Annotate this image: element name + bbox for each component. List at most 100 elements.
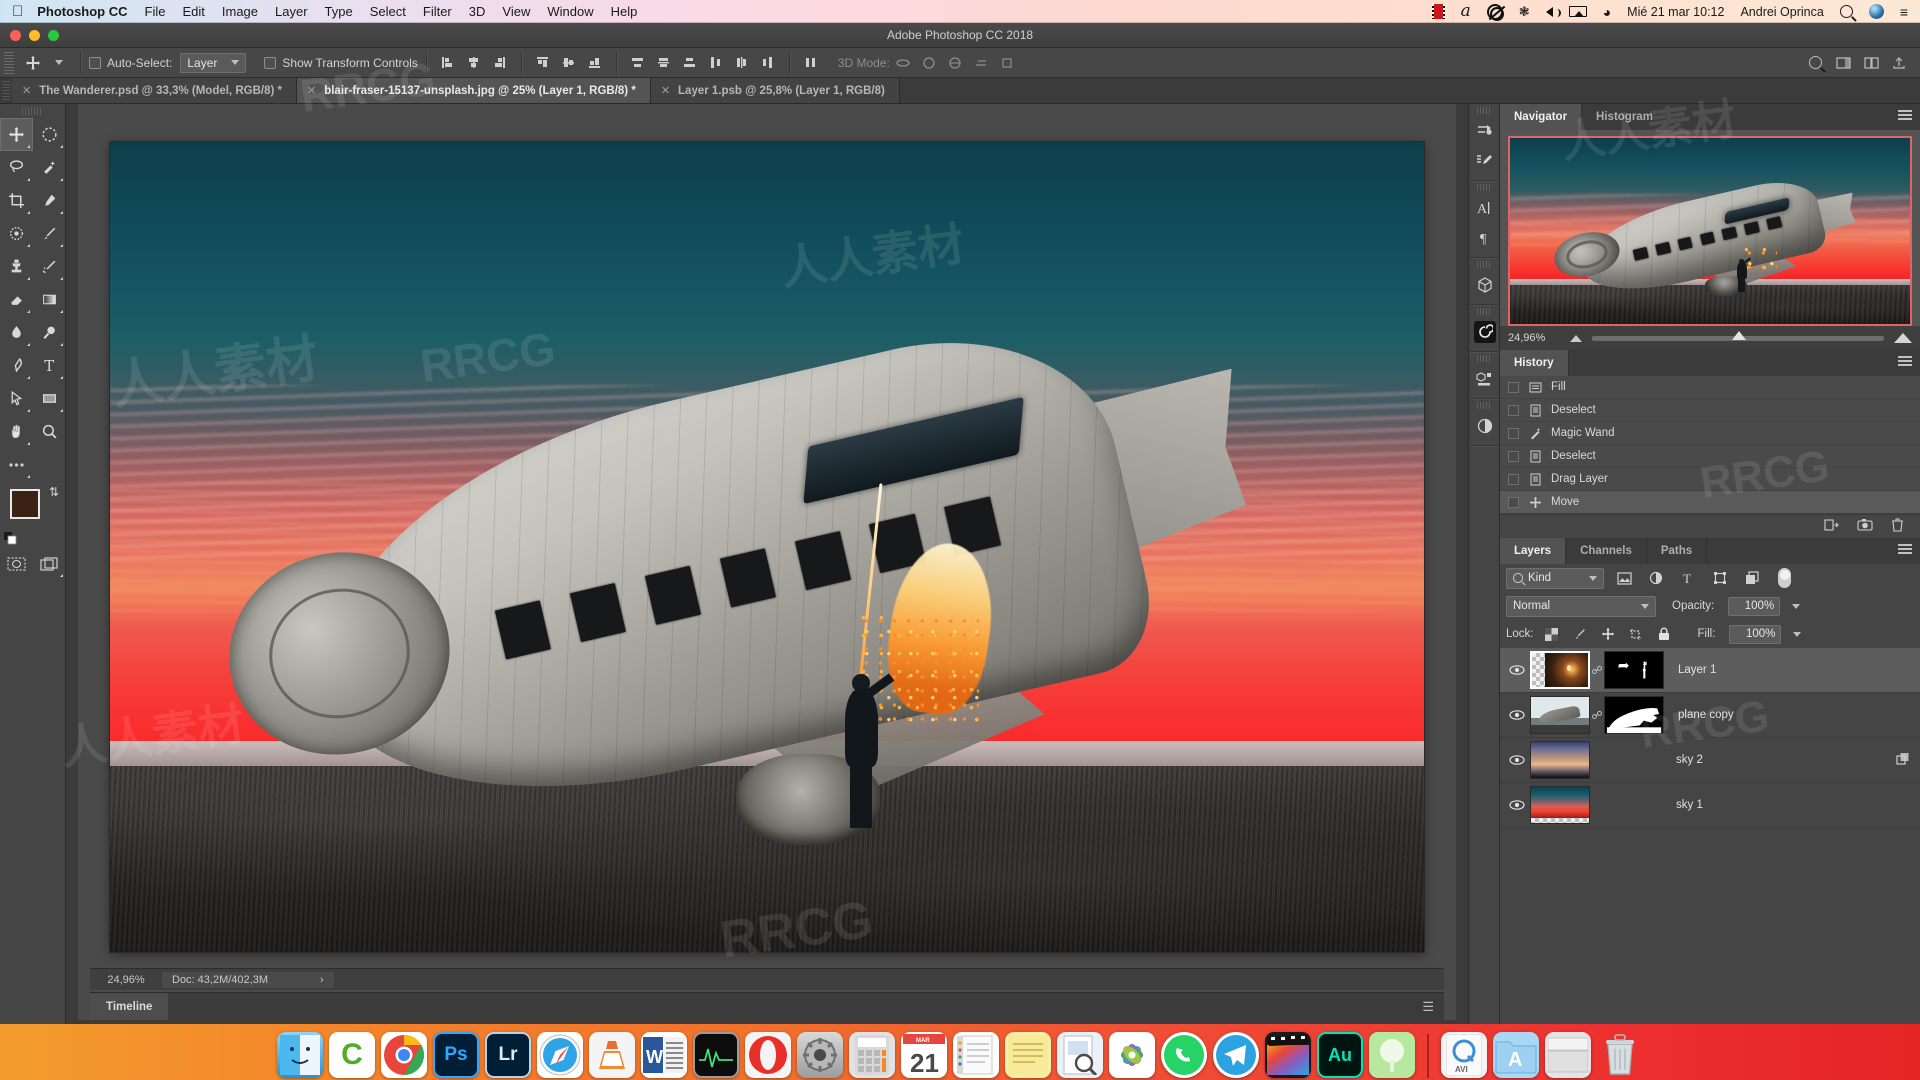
- new-document-from-state-icon[interactable]: [1824, 518, 1839, 535]
- 3d-icon[interactable]: [1469, 270, 1501, 300]
- zoom-out-icon[interactable]: [1570, 335, 1582, 342]
- history-item[interactable]: Fill: [1500, 376, 1920, 399]
- menu-bar-username[interactable]: Andrei Oprinca: [1740, 5, 1823, 19]
- siri-icon[interactable]: [1869, 4, 1884, 19]
- dock-item-notes[interactable]: [953, 1032, 999, 1078]
- tools-panel-grip[interactable]: [22, 107, 43, 115]
- lock-transparent-pixels-icon[interactable]: [1542, 624, 1562, 644]
- dock-item-safari[interactable]: [537, 1032, 583, 1078]
- swap-colors-icon[interactable]: ⇅: [49, 485, 59, 499]
- crop-tool[interactable]: [0, 184, 33, 217]
- canvas-zoom-level[interactable]: 24,96%: [90, 974, 162, 986]
- dock-item-downloads-stack[interactable]: [1545, 1032, 1591, 1078]
- scale-3d-icon[interactable]: [994, 51, 1020, 75]
- navigator-thumbnail[interactable]: [1508, 136, 1912, 326]
- options-bar-grip[interactable]: [4, 52, 14, 74]
- clone-stamp-tool[interactable]: [0, 250, 33, 283]
- layer-name[interactable]: sky 2: [1676, 754, 1703, 766]
- navigator-zoom-value[interactable]: 24,96%: [1508, 332, 1560, 344]
- distribute-top-edges-button[interactable]: [625, 51, 651, 75]
- align-horizontal-centers-button[interactable]: [461, 51, 487, 75]
- navigator-panel-menu-icon[interactable]: [1898, 110, 1912, 120]
- distribute-horizontal-centers-button[interactable]: [729, 51, 755, 75]
- filter-type-icon[interactable]: T: [1676, 567, 1700, 589]
- distribute-right-edges-button[interactable]: [755, 51, 781, 75]
- link-layers-icon[interactable]: ☍: [1590, 709, 1604, 722]
- tab-layers[interactable]: Layers: [1500, 538, 1566, 564]
- brushes-settings-icon[interactable]: [1469, 116, 1501, 146]
- zoom-tool[interactable]: [33, 415, 66, 448]
- slide-3d-icon[interactable]: [968, 51, 994, 75]
- dock-item-adobe-photoshop[interactable]: Ps: [433, 1032, 479, 1078]
- arrange-documents-icon[interactable]: [1858, 51, 1884, 75]
- create-snapshot-icon[interactable]: [1857, 518, 1873, 535]
- history-snapshot-checkbox[interactable]: [1508, 428, 1519, 439]
- rotate-3d-icon[interactable]: [890, 51, 916, 75]
- film-icon[interactable]: [1432, 4, 1445, 19]
- document-tab-layer-1-psb[interactable]: ✕ Layer 1.psb @ 25,8% (Layer 1, RGB/8): [651, 78, 900, 103]
- filter-shape-icon[interactable]: [1708, 567, 1732, 589]
- distribute-spacing-button[interactable]: [798, 51, 824, 75]
- rail-grip[interactable]: [1477, 308, 1491, 315]
- move-tool[interactable]: [0, 118, 33, 151]
- dock-item-system-preferences[interactable]: [797, 1032, 843, 1078]
- menu-help[interactable]: Help: [611, 4, 638, 19]
- dodge-tool[interactable]: [33, 316, 66, 349]
- rail-grip[interactable]: [1477, 107, 1491, 114]
- chevron-right-icon[interactable]: ›: [320, 974, 324, 986]
- menu-type[interactable]: Type: [325, 4, 353, 19]
- tab-history[interactable]: History: [1500, 350, 1569, 376]
- menu-file[interactable]: File: [145, 4, 166, 19]
- fill-input[interactable]: 100%: [1729, 625, 1781, 644]
- opacity-scrubber-chevron-icon[interactable]: [1792, 604, 1800, 609]
- align-left-edges-button[interactable]: [435, 51, 461, 75]
- quick-mask-icon[interactable]: [0, 547, 33, 580]
- path-selection-tool[interactable]: [0, 382, 33, 415]
- screen-mode-icon[interactable]: [33, 547, 66, 580]
- layer-row-layer-1[interactable]: ☍ ➦ Layer 1: [1500, 648, 1920, 693]
- brush-presets-icon[interactable]: [1469, 146, 1501, 176]
- dock-item-vlc-media-player[interactable]: [589, 1032, 635, 1078]
- menu-window[interactable]: Window: [547, 4, 593, 19]
- layer-visibility-icon[interactable]: [1504, 754, 1530, 766]
- dock-item-activity-monitor[interactable]: [693, 1032, 739, 1078]
- history-panel-menu-icon[interactable]: [1898, 356, 1912, 366]
- dock-item-adobe-audition[interactable]: Au: [1317, 1032, 1363, 1078]
- paragraph-icon[interactable]: ¶: [1469, 223, 1501, 253]
- default-colors-icon[interactable]: [4, 532, 17, 545]
- document-window[interactable]: 24,96% Doc: 43,2M/402,3M › Timeline ☰: [78, 104, 1456, 1020]
- layer-thumbnail[interactable]: [1530, 696, 1590, 734]
- history-brush-tool[interactable]: [33, 250, 66, 283]
- dock-item-calendar[interactable]: MAR21: [901, 1032, 947, 1078]
- rectangular-marquee-tool[interactable]: [33, 118, 66, 151]
- hand-tool[interactable]: [0, 415, 33, 448]
- menu-bar-datetime[interactable]: Mié 21 mar 10:12: [1627, 5, 1724, 19]
- menu-app-name[interactable]: Photoshop CC: [37, 4, 127, 19]
- dock-item-forest-app[interactable]: [1369, 1032, 1415, 1078]
- foreground-color-swatch[interactable]: [10, 489, 40, 519]
- distribute-vertical-centers-button[interactable]: [651, 51, 677, 75]
- opacity-input[interactable]: 100%: [1728, 597, 1780, 616]
- history-item[interactable]: Move: [1500, 491, 1920, 514]
- tab-timeline[interactable]: Timeline: [90, 993, 168, 1020]
- menu-edit[interactable]: Edit: [182, 4, 204, 19]
- image-artboard[interactable]: [110, 142, 1424, 952]
- history-item[interactable]: Drag Layer: [1500, 468, 1920, 491]
- align-right-edges-button[interactable]: [487, 51, 513, 75]
- move-tool-icon[interactable]: [20, 51, 46, 75]
- layer-mask-thumbnail[interactable]: ➦: [1604, 651, 1664, 689]
- layer-row-sky-2[interactable]: sky 2: [1500, 738, 1920, 783]
- spot-healing-brush-tool[interactable]: [0, 217, 33, 250]
- distribute-left-edges-button[interactable]: [703, 51, 729, 75]
- menu-view[interactable]: View: [502, 4, 530, 19]
- character-icon[interactable]: A: [1469, 193, 1501, 223]
- layer-thumbnail[interactable]: [1530, 651, 1590, 689]
- timeline-spiral-icon[interactable]: [1469, 317, 1501, 347]
- auto-select-checkbox[interactable]: [89, 57, 101, 69]
- lock-image-pixels-icon[interactable]: [1570, 624, 1590, 644]
- dock-item-microsoft-word[interactable]: W: [641, 1032, 687, 1078]
- eraser-tool[interactable]: [0, 283, 33, 316]
- lock-all-icon[interactable]: [1654, 624, 1674, 644]
- dock-item-preview[interactable]: [1057, 1032, 1103, 1078]
- navigator-zoom-slider[interactable]: [1592, 336, 1884, 341]
